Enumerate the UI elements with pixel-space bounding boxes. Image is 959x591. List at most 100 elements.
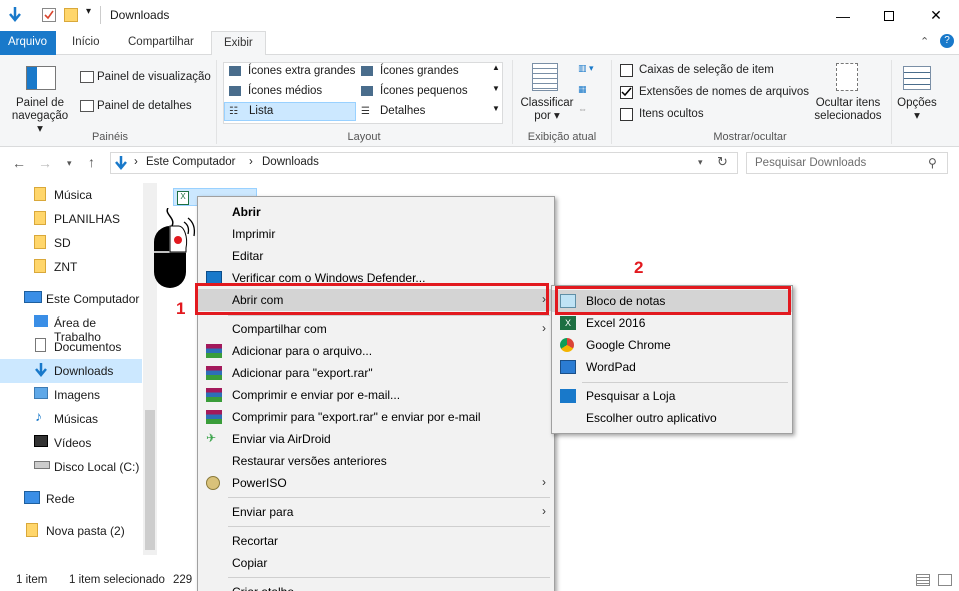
size-columns-icon[interactable]: ⇔: [578, 104, 602, 116]
file-extensions-checkbox[interactable]: [620, 86, 633, 102]
collapse-ribbon-icon[interactable]: ⌃: [920, 35, 929, 48]
menu-item-edit[interactable]: Editar: [198, 245, 554, 267]
search-input[interactable]: Pesquisar Downloads: [746, 152, 948, 174]
item-checkboxes-checkbox[interactable]: [620, 64, 633, 80]
nav-item-sd[interactable]: SD: [0, 231, 142, 255]
close-button[interactable]: ✕: [913, 0, 959, 31]
menu-item-print[interactable]: Imprimir: [198, 223, 554, 245]
sort-by-button[interactable]: Classificar por ▾: [518, 97, 576, 123]
tab-exibir[interactable]: Exibir: [211, 31, 266, 56]
layout-icon: [361, 86, 373, 96]
address-dropdown-icon[interactable]: ▾: [698, 157, 703, 168]
menu-item-share-with[interactable]: Compartilhar com ›: [198, 318, 554, 340]
panes-group-label: Painéis: [91, 131, 129, 143]
nav-label: SD: [54, 236, 71, 250]
hidden-items-checkbox[interactable]: [620, 108, 633, 124]
videos-icon: [34, 435, 48, 447]
submenu-item-choose-app[interactable]: Escolher outro aplicativo: [552, 407, 792, 429]
properties-icon[interactable]: [42, 8, 56, 22]
hidden-items-label[interactable]: Itens ocultos: [639, 108, 704, 120]
layout-extra-large-icons[interactable]: Ícones extra grandes: [224, 63, 356, 82]
options-button[interactable]: Opções ▾: [894, 97, 940, 123]
submenu-item-chrome[interactable]: Google Chrome: [552, 334, 792, 356]
refresh-icon[interactable]: ↻: [717, 154, 728, 170]
computer-icon: [24, 291, 42, 303]
submenu-item-label: Google Chrome: [586, 338, 671, 352]
menu-item-send-to[interactable]: Enviar para ›: [198, 501, 554, 523]
layout-medium-icons[interactable]: Ícones médios: [224, 83, 356, 102]
layout-large-icons[interactable]: Ícones grandes: [356, 63, 488, 82]
submenu-item-label: WordPad: [586, 360, 636, 374]
navigation-pane-icon[interactable]: [26, 66, 56, 90]
submenu-item-excel[interactable]: X Excel 2016: [552, 312, 792, 334]
menu-item-airdroid[interactable]: ✈ Enviar via AirDroid: [198, 428, 554, 450]
submenu-item-label: Excel 2016: [586, 316, 646, 330]
menu-item-poweriso[interactable]: PowerISO ›: [198, 472, 554, 494]
breadcrumb-this-pc[interactable]: Este Computador: [146, 156, 236, 168]
menu-item-compress-email[interactable]: Comprimir e enviar por e-mail...: [198, 384, 554, 406]
group-by-icon[interactable]: ▥ ▾: [578, 63, 602, 75]
breadcrumb-downloads[interactable]: Downloads: [262, 156, 319, 168]
layout-scroll-up-icon[interactable]: ▲: [492, 63, 500, 72]
nav-item-this-pc[interactable]: Este Computador: [0, 287, 142, 311]
folder-icon: [26, 523, 38, 537]
layout-more-icon[interactable]: ▼: [492, 104, 500, 113]
nav-item-desktop[interactable]: Área de Trabalho: [0, 311, 142, 344]
layout-list[interactable]: Lista: [224, 102, 356, 121]
breadcrumb-separator-icon[interactable]: ›: [249, 156, 253, 168]
nav-item-documents[interactable]: Documentos: [0, 335, 142, 359]
submenu-item-search-store[interactable]: Pesquisar a Loja: [552, 385, 792, 407]
nav-item-planilhas[interactable]: PLANILHAS: [0, 207, 142, 231]
nav-item-new-folder-2[interactable]: Nova pasta (2): [0, 519, 142, 543]
large-icons-view-toggle-icon[interactable]: [938, 574, 952, 586]
hide-selected-button[interactable]: Ocultar itens selecionados: [808, 97, 888, 123]
menu-item-add-to-archive[interactable]: Adicionar para o arquivo...: [198, 340, 554, 362]
downloads-location-icon: [114, 155, 128, 171]
nav-item-music[interactable]: Músicas: [0, 407, 142, 431]
preview-pane-button[interactable]: Painel de visualização: [97, 71, 211, 83]
details-view-toggle-icon[interactable]: [916, 574, 930, 586]
file-extensions-label[interactable]: Extensões de nomes de arquivos: [639, 86, 809, 98]
menu-item-compress-export-email[interactable]: Comprimir para "export.rar" e enviar por…: [198, 406, 554, 428]
add-columns-icon[interactable]: ▦: [578, 84, 602, 96]
menu-item-add-to-export-rar[interactable]: Adicionar para "export.rar": [198, 362, 554, 384]
back-button[interactable]: ←: [12, 155, 26, 171]
up-button[interactable]: ↑: [88, 154, 95, 170]
tab-arquivo[interactable]: Arquivo: [0, 31, 56, 55]
nav-item-local-disk[interactable]: Disco Local (C:): [0, 455, 142, 479]
details-pane-button[interactable]: Painel de detalhes: [97, 100, 192, 112]
options-icon[interactable]: [903, 66, 931, 90]
new-folder-icon[interactable]: [64, 8, 78, 22]
tab-inicio[interactable]: Início: [60, 31, 112, 55]
nav-item-videos[interactable]: Vídeos: [0, 431, 142, 455]
layout-icon: [229, 86, 241, 96]
item-checkboxes-label[interactable]: Caixas de seleção de item: [639, 64, 774, 76]
nav-item-downloads[interactable]: Downloads: [0, 359, 142, 383]
quick-access-down-icon[interactable]: [8, 7, 22, 23]
hide-selected-icon[interactable]: [836, 63, 858, 91]
layout-scroll-down-icon[interactable]: ▼: [492, 84, 500, 93]
nav-item-musica[interactable]: Música: [0, 183, 142, 207]
minimize-button[interactable]: —: [820, 0, 866, 31]
tab-compartilhar[interactable]: Compartilhar: [116, 31, 206, 55]
list-view-icon: ☷: [229, 106, 238, 117]
submenu-item-wordpad[interactable]: WordPad: [552, 356, 792, 378]
maximize-button[interactable]: [866, 0, 912, 31]
nav-item-network[interactable]: Rede: [0, 487, 142, 511]
layout-details[interactable]: Detalhes: [356, 103, 488, 122]
menu-item-open[interactable]: Abrir: [198, 201, 554, 223]
menu-item-cut[interactable]: Recortar: [198, 530, 554, 552]
breadcrumb-separator-icon[interactable]: ›: [134, 156, 138, 168]
nav-item-znt[interactable]: ZNT: [0, 255, 142, 279]
hide-selected-label-2: selecionados: [814, 110, 882, 122]
sort-by-icon[interactable]: [532, 63, 558, 91]
help-icon[interactable]: ?: [940, 34, 954, 48]
menu-item-restore-versions[interactable]: Restaurar versões anteriores: [198, 450, 554, 472]
nav-label: Música: [54, 188, 93, 202]
layout-small-icons[interactable]: Ícones pequenos: [356, 83, 488, 102]
customize-toolbar-icon[interactable]: ▾: [86, 6, 91, 17]
nav-scroll-thumb[interactable]: [145, 410, 155, 550]
recent-locations-icon[interactable]: ▾: [67, 158, 72, 169]
forward-button[interactable]: →: [38, 155, 52, 171]
nav-item-pictures[interactable]: Imagens: [0, 383, 142, 407]
